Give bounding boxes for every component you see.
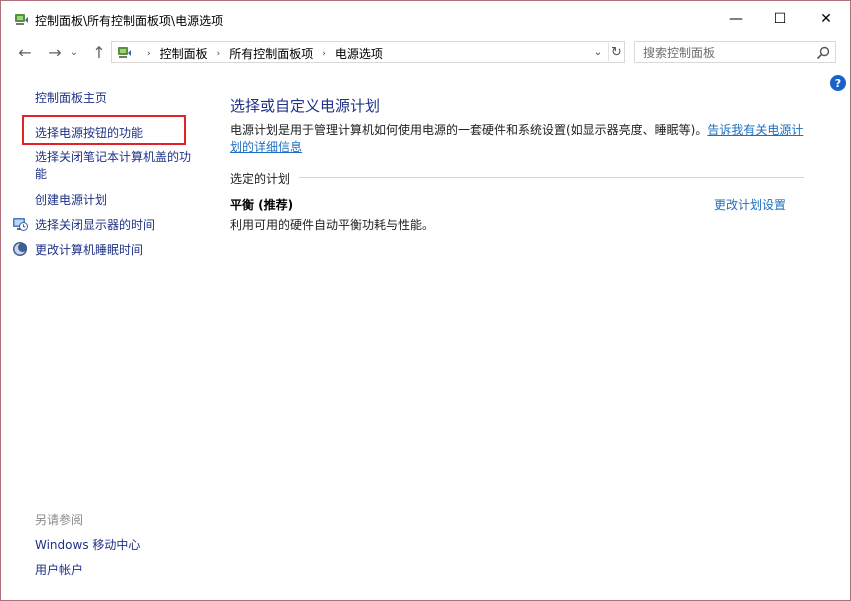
up-button[interactable]: ↑ (87, 41, 111, 63)
page-title: 选择或自定义电源计划 (230, 97, 381, 115)
title-bar: 控制面板\所有控制面板项\电源选项 — ☐ ✕ (1, 1, 850, 37)
window-title: 控制面板\所有控制面板项\电源选项 (35, 14, 224, 28)
help-icon[interactable]: ? (830, 75, 846, 91)
refresh-button[interactable]: ↻ (608, 43, 624, 61)
search-box[interactable] (634, 41, 836, 63)
sidebar-item-lid-close[interactable]: 选择关闭笔记本计算机盖的功能 (35, 149, 200, 183)
address-bar[interactable]: › 控制面板 › 所有控制面板项 › 电源选项 ⌄ ↻ (111, 41, 625, 63)
power-options-icon (15, 14, 28, 25)
recent-locations-button[interactable]: ⌄ (67, 41, 81, 63)
chevron-right-icon[interactable]: › (217, 49, 221, 59)
sidebar-item-display-off-time[interactable]: 选择关闭显示器的时间 (35, 216, 155, 233)
description-text: 电源计划是用于管理计算机如何使用电源的一套硬件和系统设置(如显示器亮度、睡眠等)… (230, 123, 708, 137)
plan-description: 利用可用的硬件自动平衡功耗与性能。 (230, 218, 435, 232)
breadcrumb-control-panel[interactable]: 控制面板 (160, 45, 208, 62)
chevron-right-icon[interactable]: › (322, 49, 326, 59)
breadcrumb: › 控制面板 › 所有控制面板项 › 电源选项 (138, 45, 383, 62)
navigation-bar: ← → ⌄ ↑ › 控制面板 › 所有控制面板项 › 电源选项 ⌄ ↻ (1, 37, 850, 67)
plan-name: 平衡 (推荐) (230, 198, 294, 212)
address-dropdown-button[interactable]: ⌄ (590, 44, 606, 60)
control-panel-icon (118, 47, 131, 58)
breadcrumb-all-items[interactable]: 所有控制面板项 (229, 45, 313, 62)
control-panel-home-link[interactable]: 控制面板主页 (35, 89, 107, 106)
sidebar-item-sleep-time[interactable]: 更改计算机睡眠时间 (35, 241, 143, 258)
chevron-right-icon[interactable]: › (147, 49, 151, 59)
breadcrumb-power-options[interactable]: 电源选项 (335, 45, 383, 62)
moon-icon (13, 242, 27, 256)
selected-plan-heading: 选定的计划 (230, 172, 291, 186)
search-icon[interactable] (815, 45, 831, 61)
change-plan-settings-link[interactable]: 更改计划设置 (714, 196, 786, 213)
power-options-window: 控制面板\所有控制面板项\电源选项 — ☐ ✕ ← → ⌄ ↑ › 控制面板 ›… (0, 0, 851, 601)
see-also-heading: 另请参阅 (35, 513, 84, 527)
user-accounts-link[interactable]: 用户帐户 (35, 561, 83, 578)
windows-mobility-center-link[interactable]: Windows 移动中心 (35, 536, 140, 553)
section-divider (299, 177, 804, 178)
close-button[interactable]: ✕ (803, 1, 849, 37)
display-clock-icon (13, 218, 28, 231)
back-button[interactable]: ← (13, 41, 37, 63)
maximize-button[interactable]: ☐ (757, 1, 803, 37)
sidebar-item-create-plan[interactable]: 创建电源计划 (35, 191, 107, 208)
forward-button[interactable]: → (43, 41, 67, 63)
search-input[interactable] (643, 45, 809, 60)
sidebar-item-power-button[interactable]: 选择电源按钮的功能 (35, 124, 143, 141)
page-description: 电源计划是用于管理计算机如何使用电源的一套硬件和系统设置(如显示器亮度、睡眠等)… (230, 122, 805, 156)
minimize-button[interactable]: — (713, 1, 759, 37)
